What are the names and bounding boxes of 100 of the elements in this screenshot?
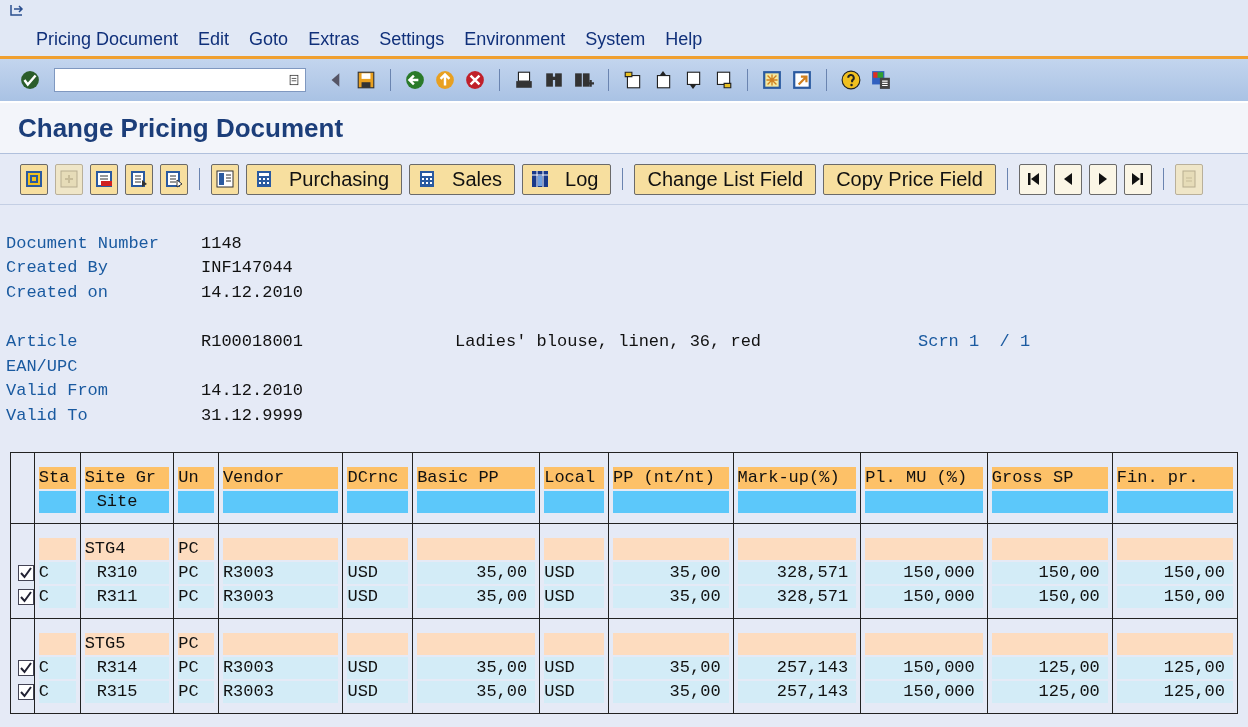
header-input[interactable] xyxy=(38,490,76,513)
select-all-icon xyxy=(130,170,148,188)
column-header[interactable]: Pl. MU (%) xyxy=(865,466,983,489)
menu-item[interactable]: System xyxy=(575,28,656,50)
header-input[interactable] xyxy=(737,490,857,513)
column-subheader: Site xyxy=(84,490,170,513)
column-header[interactable]: Mark-up(%) xyxy=(737,466,857,489)
column-header[interactable]: Basic PP xyxy=(417,466,536,489)
table-cell: 125,00 xyxy=(1116,680,1233,703)
table-cell: STG4 xyxy=(84,537,170,560)
table-cell: USD xyxy=(347,561,409,584)
details-icon xyxy=(216,170,234,188)
menu-item[interactable]: Edit xyxy=(188,28,240,50)
print-icon[interactable] xyxy=(514,70,534,90)
column-header[interactable]: Un xyxy=(178,466,214,489)
table-icon xyxy=(531,170,550,188)
calculator-icon xyxy=(255,170,273,188)
header-input[interactable] xyxy=(612,490,729,513)
field-label: Document Number xyxy=(6,233,161,253)
table-cell: R3003 xyxy=(222,680,339,703)
field-label: Article xyxy=(6,332,79,352)
header-input[interactable] xyxy=(222,490,339,513)
toolbar-button[interactable] xyxy=(1123,163,1152,195)
column-header[interactable]: Fin. pr. xyxy=(1116,466,1233,489)
toolbar-button[interactable] xyxy=(1053,163,1082,195)
table-cell: 35,00 xyxy=(612,561,729,584)
back-icon[interactable] xyxy=(405,70,425,90)
empty-cell xyxy=(544,632,604,655)
field-value: 14.12.2010 xyxy=(201,282,305,302)
header-input[interactable] xyxy=(347,490,409,513)
toolbar-button[interactable] xyxy=(160,163,188,195)
screen-counter: Scrn 1 / 1 xyxy=(918,332,1031,352)
toolbar-button[interactable]: Change List Field xyxy=(634,163,817,195)
table-cell: C xyxy=(38,561,76,584)
help-icon[interactable] xyxy=(841,70,861,90)
column-header[interactable]: Gross SP xyxy=(991,466,1108,489)
toolbar-button[interactable] xyxy=(211,163,239,195)
table-cell: 35,00 xyxy=(417,561,536,584)
find-icon[interactable] xyxy=(544,70,564,90)
empty-cell xyxy=(38,537,76,560)
header-input[interactable] xyxy=(991,490,1108,513)
checkbox[interactable] xyxy=(17,588,34,605)
deselect-all-icon xyxy=(165,170,183,188)
checkbox[interactable] xyxy=(17,683,34,700)
table-cell: PC xyxy=(178,585,214,608)
menu-item[interactable]: Goto xyxy=(239,28,299,50)
menu-icon[interactable] xyxy=(10,4,24,16)
toolbar-button[interactable]: Log xyxy=(522,163,612,195)
menu-item[interactable]: Pricing Document xyxy=(26,28,189,50)
table-cell: 35,00 xyxy=(417,585,536,608)
table-cell: 150,00 xyxy=(991,585,1108,608)
header-input[interactable] xyxy=(544,490,604,513)
column-header[interactable]: DCrnc xyxy=(347,466,409,489)
table-cell: C xyxy=(38,585,76,608)
menu-item[interactable]: Extras xyxy=(298,28,370,50)
menu-item[interactable]: Help xyxy=(655,28,713,50)
empty-cell xyxy=(347,632,409,655)
command-field[interactable] xyxy=(54,68,306,92)
layout-icon[interactable] xyxy=(871,70,891,90)
header-input[interactable] xyxy=(865,490,983,513)
table-cell: C xyxy=(38,656,76,679)
toolbar-button[interactable] xyxy=(125,163,153,195)
table-cell: 257,143 xyxy=(737,680,857,703)
header-input[interactable] xyxy=(417,490,536,513)
save-icon[interactable] xyxy=(356,70,376,90)
table-cell: R311 xyxy=(84,585,170,608)
table-cell: STG5 xyxy=(84,632,170,655)
menu-item[interactable]: Settings xyxy=(369,28,455,50)
field-label: Valid To xyxy=(6,405,89,425)
toolbar-button[interactable] xyxy=(1088,163,1117,195)
column-header[interactable]: Vendor xyxy=(222,466,339,489)
header-input[interactable] xyxy=(1116,490,1233,513)
first-page-icon[interactable] xyxy=(623,70,643,90)
new-session-icon[interactable] xyxy=(762,70,782,90)
enter-icon[interactable] xyxy=(20,70,40,90)
table-cell: 257,143 xyxy=(737,656,857,679)
column-header[interactable]: Sta xyxy=(38,466,76,489)
column-header[interactable]: Local xyxy=(544,466,604,489)
column-header[interactable]: Site Gr xyxy=(84,466,170,489)
column-header[interactable]: PP (nt/nt) xyxy=(612,466,729,489)
history-icon[interactable] xyxy=(287,73,301,87)
table-cell: R315 xyxy=(84,680,170,703)
cancel-icon[interactable] xyxy=(465,70,485,90)
toolbar-button[interactable]: Sales xyxy=(409,163,516,195)
toolbar-button[interactable] xyxy=(1018,163,1047,195)
toolbar-button[interactable]: Purchasing xyxy=(246,163,403,195)
toolbar-button[interactable] xyxy=(90,163,118,195)
find-next-icon[interactable] xyxy=(574,70,594,90)
header-input[interactable] xyxy=(178,490,214,513)
toolbar-button[interactable]: Copy Price Field xyxy=(823,163,996,195)
shortcut-icon[interactable] xyxy=(792,70,812,90)
table-cell: USD xyxy=(347,656,409,679)
checkbox[interactable] xyxy=(17,659,34,676)
empty-cell xyxy=(38,632,76,655)
empty-cell xyxy=(544,537,604,560)
table-cell: PC xyxy=(178,680,214,703)
table-cell: 35,00 xyxy=(417,680,536,703)
table-cell: R3003 xyxy=(222,656,339,679)
checkbox[interactable] xyxy=(17,564,34,581)
menu-item[interactable]: Environment xyxy=(454,28,576,50)
